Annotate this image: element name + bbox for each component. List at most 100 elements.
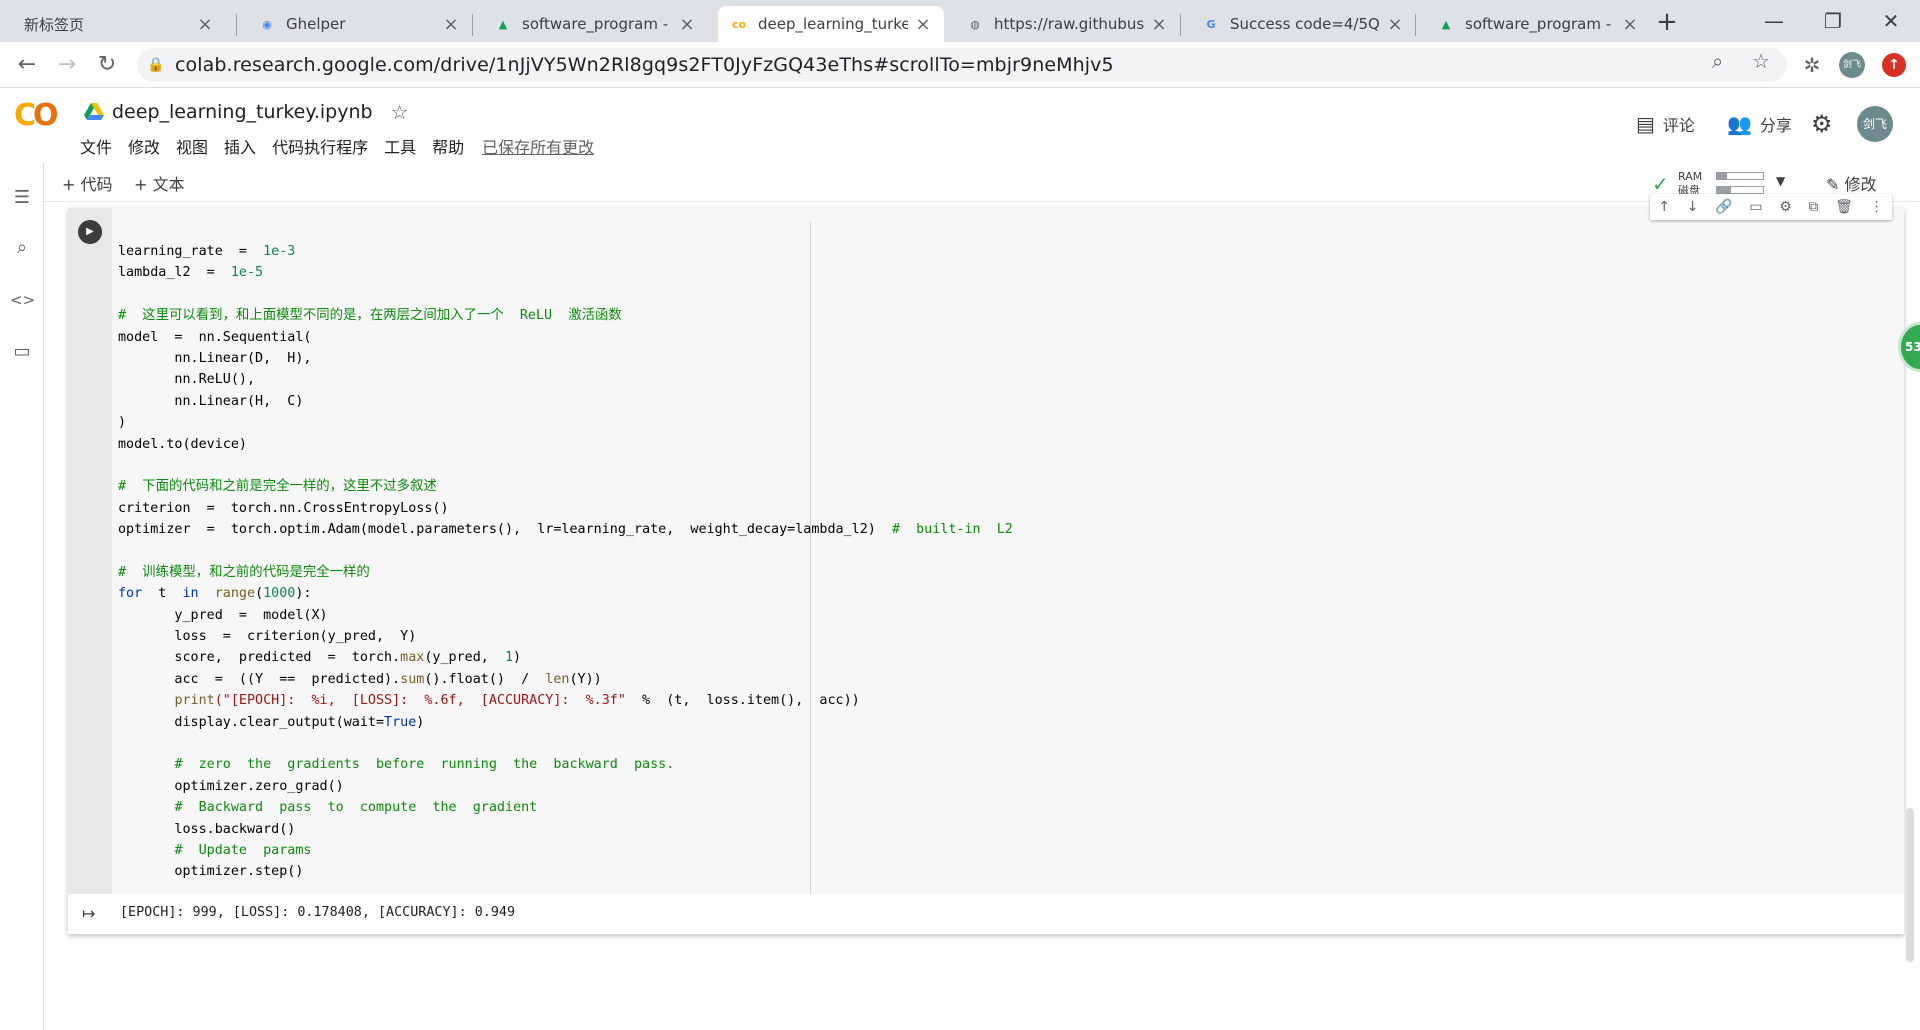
page-scrollbar[interactable] — [1906, 808, 1914, 962]
code-editor[interactable]: learning_rate = 1e-3 lambda_l2 = 1e-5 # 这… — [112, 208, 1904, 894]
code-line[interactable] — [118, 284, 1013, 305]
forward-button[interactable]: → — [52, 50, 82, 80]
delete-cell-icon[interactable]: 🗑 — [1835, 199, 1853, 215]
settings-gear-icon[interactable]: ⚙ — [1811, 110, 1833, 138]
code-lines[interactable]: learning_rate = 1e-3 lambda_l2 = 1e-5 # 这… — [118, 241, 1013, 883]
code-line[interactable]: # 下面的代码和之前是完全一样的，这里不过多叙述 — [118, 476, 1013, 497]
browser-tab[interactable]: G Success code=4/5QH × — [1190, 6, 1416, 42]
close-tab-icon[interactable]: × — [914, 14, 932, 35]
code-line[interactable]: display.clear_output(wait=True) — [118, 712, 1013, 733]
browser-tab[interactable]: 新标签页 × — [0, 6, 226, 42]
star-icon[interactable]: ☆ — [391, 100, 409, 124]
close-tab-icon[interactable]: × — [1386, 14, 1404, 35]
caret-down-icon[interactable]: ▼ — [1776, 174, 1785, 188]
code-line[interactable]: learning_rate = 1e-3 — [118, 241, 1013, 262]
browser-tab[interactable]: co deep_learning_turkey × — [718, 6, 944, 42]
code-line[interactable]: # Update params — [118, 840, 1013, 861]
mirror-cell-icon[interactable]: ⧉ — [1808, 199, 1818, 215]
link-icon[interactable]: 🔗 — [1715, 199, 1732, 215]
cell-settings-icon[interactable]: ⚙ — [1779, 199, 1792, 215]
menu-insert[interactable]: 插入 — [224, 134, 256, 158]
menu-view[interactable]: 视图 — [176, 134, 208, 158]
files-folder-icon[interactable]: ▭ — [10, 340, 34, 364]
output-icon[interactable]: ↦ — [82, 904, 95, 923]
menu-file[interactable]: 文件 — [80, 134, 112, 158]
code-line[interactable]: model = nn.Sequential( — [118, 327, 1013, 348]
code-line[interactable]: y_pred = model(X) — [118, 605, 1013, 626]
close-tab-icon[interactable]: × — [678, 14, 696, 35]
code-line[interactable]: score, predicted = torch.max(y_pred, 1) — [118, 647, 1013, 668]
code-line[interactable]: optimizer = torch.optim.Adam(model.param… — [118, 519, 1013, 540]
code-line[interactable]: for t in range(1000): — [118, 583, 1013, 604]
close-tab-icon[interactable]: × — [442, 14, 460, 35]
add-text-button[interactable]: + 文本 — [134, 171, 185, 195]
code-line[interactable]: loss = criterion(y_pred, Y) — [118, 626, 1013, 647]
close-tab-icon[interactable]: × — [1150, 14, 1168, 35]
code-cell[interactable]: ▶ learning_rate = 1e-3 lambda_l2 = 1e-5 #… — [68, 194, 1904, 934]
update-icon[interactable]: ↑ — [1882, 53, 1906, 77]
close-tab-icon[interactable]: × — [196, 14, 214, 35]
code-line[interactable]: criterion = torch.nn.CrossEntropyLoss() — [118, 498, 1013, 519]
code-line[interactable]: acc = ((Y == predicted).sum().float() / … — [118, 669, 1013, 690]
code-line[interactable]: ) — [118, 412, 1013, 433]
bookmark-star-icon[interactable]: ☆ — [1752, 49, 1770, 73]
code-line[interactable]: # 这里可以看到，和上面模型不同的是，在两层之间加入了一个 ReLU 激活函数 — [118, 305, 1013, 326]
code-token: ) — [118, 415, 127, 431]
zoom-icon[interactable]: ⌕ — [1712, 49, 1723, 73]
browser-tab[interactable]: ◍ https://raw.githubuse × — [954, 6, 1180, 42]
more-options-icon[interactable]: ⋮ — [1870, 199, 1884, 215]
comment-button[interactable]: ▤ 评论 — [1636, 112, 1695, 136]
saved-status[interactable]: 已保存所有更改 — [482, 134, 594, 158]
edit-button[interactable]: ✎ 修改 — [1826, 171, 1877, 195]
code-line[interactable]: optimizer.step() — [118, 861, 1013, 882]
profile-avatar[interactable]: 剑飞 — [1839, 52, 1865, 78]
url-text[interactable]: colab.research.google.com/drive/1nJjVY5W… — [175, 54, 1114, 76]
code-token: range — [214, 586, 256, 602]
extensions-icon[interactable]: ✲ — [1797, 50, 1827, 80]
new-tab-button[interactable]: + — [1652, 8, 1682, 38]
account-avatar[interactable]: 剑飞 — [1857, 106, 1893, 142]
code-line[interactable]: # 训练模型，和之前的代码是完全一样的 — [118, 562, 1013, 583]
code-snippets-icon[interactable]: <> — [10, 288, 35, 312]
code-line[interactable]: optimizer.zero_grad() — [118, 776, 1013, 797]
code-line[interactable]: loss.backward() — [118, 819, 1013, 840]
table-of-contents-icon[interactable]: ☰ — [10, 186, 34, 210]
code-line[interactable]: print("[EPOCH]: %i, [LOSS]: %.6f, [ACCUR… — [118, 690, 1013, 711]
menu-tools[interactable]: 工具 — [384, 134, 416, 158]
close-window-button[interactable]: ✕ — [1862, 4, 1920, 38]
code-line[interactable]: model.to(device) — [118, 434, 1013, 455]
add-code-button[interactable]: + 代码 — [62, 171, 113, 195]
code-line[interactable] — [118, 540, 1013, 561]
code-line[interactable] — [118, 733, 1013, 754]
address-bar[interactable]: 🔒 colab.research.google.com/drive/1nJjVY… — [137, 48, 1787, 82]
menu-help[interactable]: 帮助 — [432, 134, 464, 158]
google-drive-icon[interactable] — [84, 103, 104, 121]
menu-edit[interactable]: 修改 — [128, 134, 160, 158]
browser-tab[interactable]: ◉ Ghelper × — [246, 6, 472, 42]
minimize-button[interactable]: — — [1745, 4, 1803, 38]
code-line[interactable]: nn.ReLU(), — [118, 369, 1013, 390]
menu-runtime[interactable]: 代码执行程序 — [272, 134, 368, 158]
browser-tab[interactable]: ▲ software_program - G × — [1425, 6, 1651, 42]
notebook-title[interactable]: deep_learning_turkey.ipynb — [112, 101, 373, 123]
code-token: model = nn.Sequential( — [118, 329, 312, 345]
restore-button[interactable]: ❐ — [1804, 4, 1862, 38]
code-line[interactable]: # zero the gradients before running the … — [118, 754, 1013, 775]
back-button[interactable]: ← — [12, 50, 42, 80]
move-down-icon[interactable]: ↓ — [1687, 199, 1699, 215]
browser-tab[interactable]: ▲ software_program - G × — [482, 6, 708, 42]
code-line[interactable]: # Backward pass to compute the gradient — [118, 797, 1013, 818]
colab-logo[interactable]: CO — [14, 98, 58, 133]
comment-cell-icon[interactable]: ▭ — [1749, 199, 1762, 215]
reload-button[interactable]: ↻ — [92, 50, 122, 80]
code-line[interactable]: nn.Linear(H, C) — [118, 391, 1013, 412]
code-token: (Y)) — [569, 671, 602, 687]
code-line[interactable] — [118, 455, 1013, 476]
close-tab-icon[interactable]: × — [1621, 14, 1639, 35]
code-line[interactable]: lambda_l2 = 1e-5 — [118, 262, 1013, 283]
move-up-icon[interactable]: ↑ — [1658, 199, 1670, 215]
share-button[interactable]: 👥 分享 — [1727, 112, 1792, 136]
code-line[interactable]: nn.Linear(D, H), — [118, 348, 1013, 369]
run-cell-button[interactable]: ▶ — [78, 220, 102, 244]
search-icon[interactable]: ⌕ — [10, 236, 34, 260]
